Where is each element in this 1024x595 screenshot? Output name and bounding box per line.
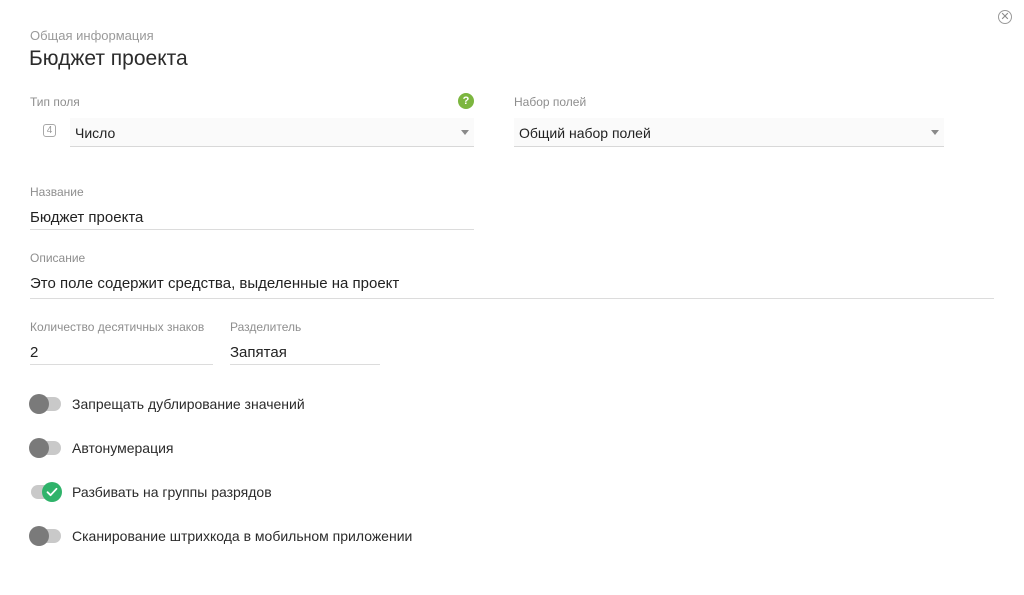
number-type-icon: 4 — [43, 124, 56, 137]
toggle-digit-grouping[interactable] — [29, 482, 62, 502]
field-set-select[interactable]: Общий набор полей — [514, 118, 944, 147]
help-icon[interactable]: ? — [458, 93, 474, 109]
field-type-select[interactable]: Число — [70, 118, 474, 147]
toggle-autonumbering[interactable] — [29, 438, 61, 458]
chevron-down-icon — [931, 130, 939, 135]
field-type-value: Число — [75, 125, 116, 141]
decimals-input[interactable]: 2 — [30, 344, 213, 365]
toggle-knob — [29, 394, 49, 414]
toggle-knob — [42, 482, 62, 502]
toggle-no-duplicates[interactable] — [29, 394, 61, 414]
name-input[interactable]: Бюджет проекта — [30, 209, 474, 230]
section-subtitle: Общая информация — [30, 28, 154, 43]
decimals-label: Количество десятичных знаков — [30, 320, 205, 334]
toggle-label-no-duplicates[interactable]: Запрещать дублирование значений — [72, 396, 305, 412]
toggle-label-barcode-scan[interactable]: Сканирование штрихкода в мобильном прило… — [72, 528, 412, 544]
description-input[interactable]: Это поле содержит средства, выделенные н… — [30, 275, 994, 299]
toggle-knob — [29, 438, 49, 458]
name-label: Название — [30, 185, 84, 199]
close-icon[interactable]: ✕ — [998, 10, 1012, 24]
field-set-label: Набор полей — [514, 95, 587, 109]
toggle-barcode-scan[interactable] — [29, 526, 61, 546]
toggle-label-autonumbering[interactable]: Автонумерация — [72, 440, 174, 456]
description-label: Описание — [30, 251, 86, 265]
toggle-label-digit-grouping[interactable]: Разбивать на группы разрядов — [72, 484, 272, 500]
field-type-label: Тип поля — [30, 95, 80, 109]
check-icon — [46, 487, 58, 497]
separator-label: Разделитель — [230, 320, 302, 334]
chevron-down-icon — [461, 130, 469, 135]
toggle-knob — [29, 526, 49, 546]
page-title: Бюджет проекта — [29, 47, 188, 70]
field-set-value: Общий набор полей — [519, 125, 651, 141]
separator-input[interactable]: Запятая — [230, 344, 380, 365]
